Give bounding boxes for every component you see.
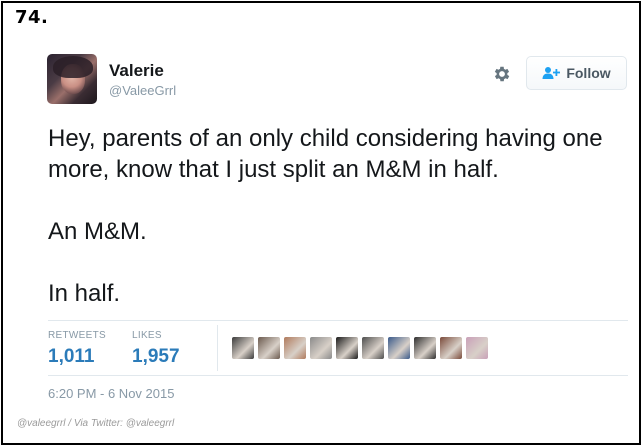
likes-label: LIKES	[132, 330, 162, 341]
retweets-count: 1,011	[48, 346, 95, 367]
liker-avatar[interactable]	[414, 337, 436, 359]
retweets-stat[interactable]: RETWEETS 1,011	[48, 330, 106, 368]
card-frame: 74. Valerie @ValeeGrrl Follow Hey, paren…	[1, 1, 641, 445]
liker-avatar[interactable]	[362, 337, 384, 359]
liker-avatar[interactable]	[466, 337, 488, 359]
retweets-label: RETWEETS	[48, 330, 106, 341]
liker-avatar[interactable]	[388, 337, 410, 359]
tweet-line: An M&M.	[48, 218, 147, 245]
liker-avatar[interactable]	[232, 337, 254, 359]
tweet-line: Hey, parents of an only child considerin…	[48, 125, 603, 183]
stats-separator	[217, 325, 218, 371]
liker-avatar[interactable]	[440, 337, 462, 359]
avatar[interactable]	[47, 54, 97, 104]
liker-avatar[interactable]	[284, 337, 306, 359]
tweet-text: Hey, parents of an only child considerin…	[48, 123, 628, 309]
divider	[48, 320, 628, 321]
display-name[interactable]: Valerie	[109, 61, 164, 81]
likes-count: 1,957	[132, 346, 180, 367]
follow-button[interactable]: Follow	[526, 56, 627, 90]
liker-avatar[interactable]	[310, 337, 332, 359]
follow-label: Follow	[566, 65, 611, 81]
gear-icon[interactable]	[492, 64, 512, 84]
user-handle[interactable]: @ValeeGrrl	[109, 83, 176, 98]
liker-avatar[interactable]	[336, 337, 358, 359]
image-credit: @valeegrrl / Via Twitter: @valeegrrl	[17, 418, 175, 429]
divider	[48, 375, 628, 376]
liker-avatar[interactable]	[258, 337, 280, 359]
likes-stat[interactable]: LIKES 1,957	[132, 330, 180, 368]
timestamp[interactable]: 6:20 PM - 6 Nov 2015	[48, 386, 174, 401]
add-user-icon	[542, 67, 561, 79]
tweet-line: In half.	[48, 280, 121, 307]
list-number: 74.	[15, 7, 49, 28]
liker-avatars	[232, 337, 488, 359]
